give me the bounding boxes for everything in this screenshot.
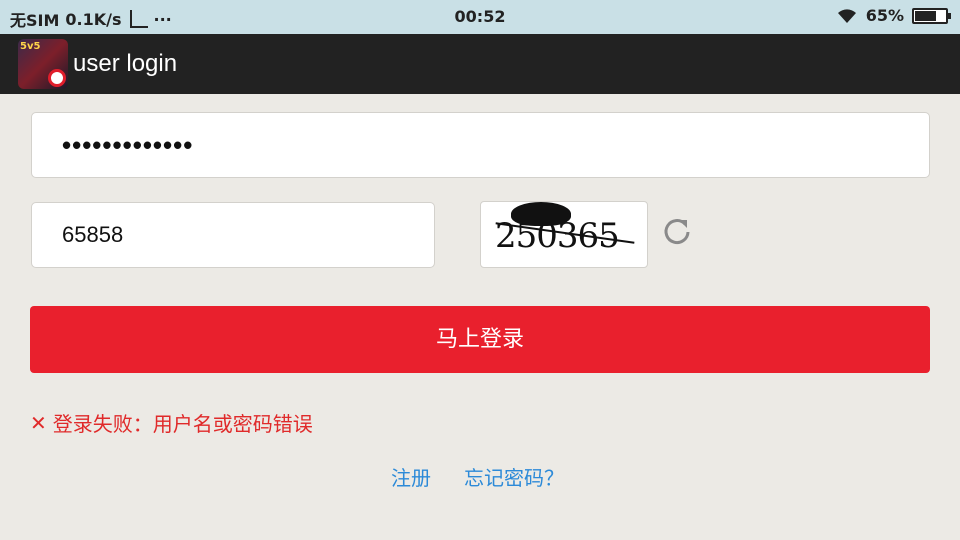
captcha-image[interactable]: 250365 [480, 201, 648, 268]
error-x-icon: ✕ [30, 410, 47, 435]
app-bar: 5v5 user login [0, 34, 960, 94]
register-link[interactable]: 注册 [391, 462, 431, 491]
captcha-value: 65858 [62, 222, 124, 247]
clock: 00:52 [454, 7, 506, 26]
refresh-icon[interactable] [661, 214, 693, 246]
error-message-row: ✕ 登录失败：用户名或密码错误 [30, 408, 313, 437]
forgot-password-link[interactable]: 忘记密码？ [464, 462, 564, 491]
battery-fill [915, 10, 936, 21]
password-field[interactable]: ••••••••••••• [31, 112, 930, 178]
app-logo-icon[interactable]: 5v5 [18, 39, 68, 89]
app-logo-mark: 5v5 [20, 41, 41, 52]
error-message: 登录失败：用户名或密码错误 [52, 412, 313, 436]
password-value: ••••••••••••• [62, 129, 194, 160]
captcha-input[interactable]: 65858 [31, 202, 435, 268]
status-bar: 无SIM 0.1K/s ··· 00:52 65% [0, 0, 960, 34]
wifi-icon [837, 8, 856, 23]
login-button[interactable]: 马上登录 [30, 306, 930, 373]
battery-icon [912, 7, 951, 24]
login-form: ••••••••••••• 65858 250365 马上登录 ✕ 登录失败：用… [0, 94, 960, 540]
status-right: 65% [836, 6, 951, 25]
battery-percent: 65% [865, 6, 904, 25]
app-logo-badge [48, 69, 66, 87]
page-title: user login [73, 50, 178, 77]
